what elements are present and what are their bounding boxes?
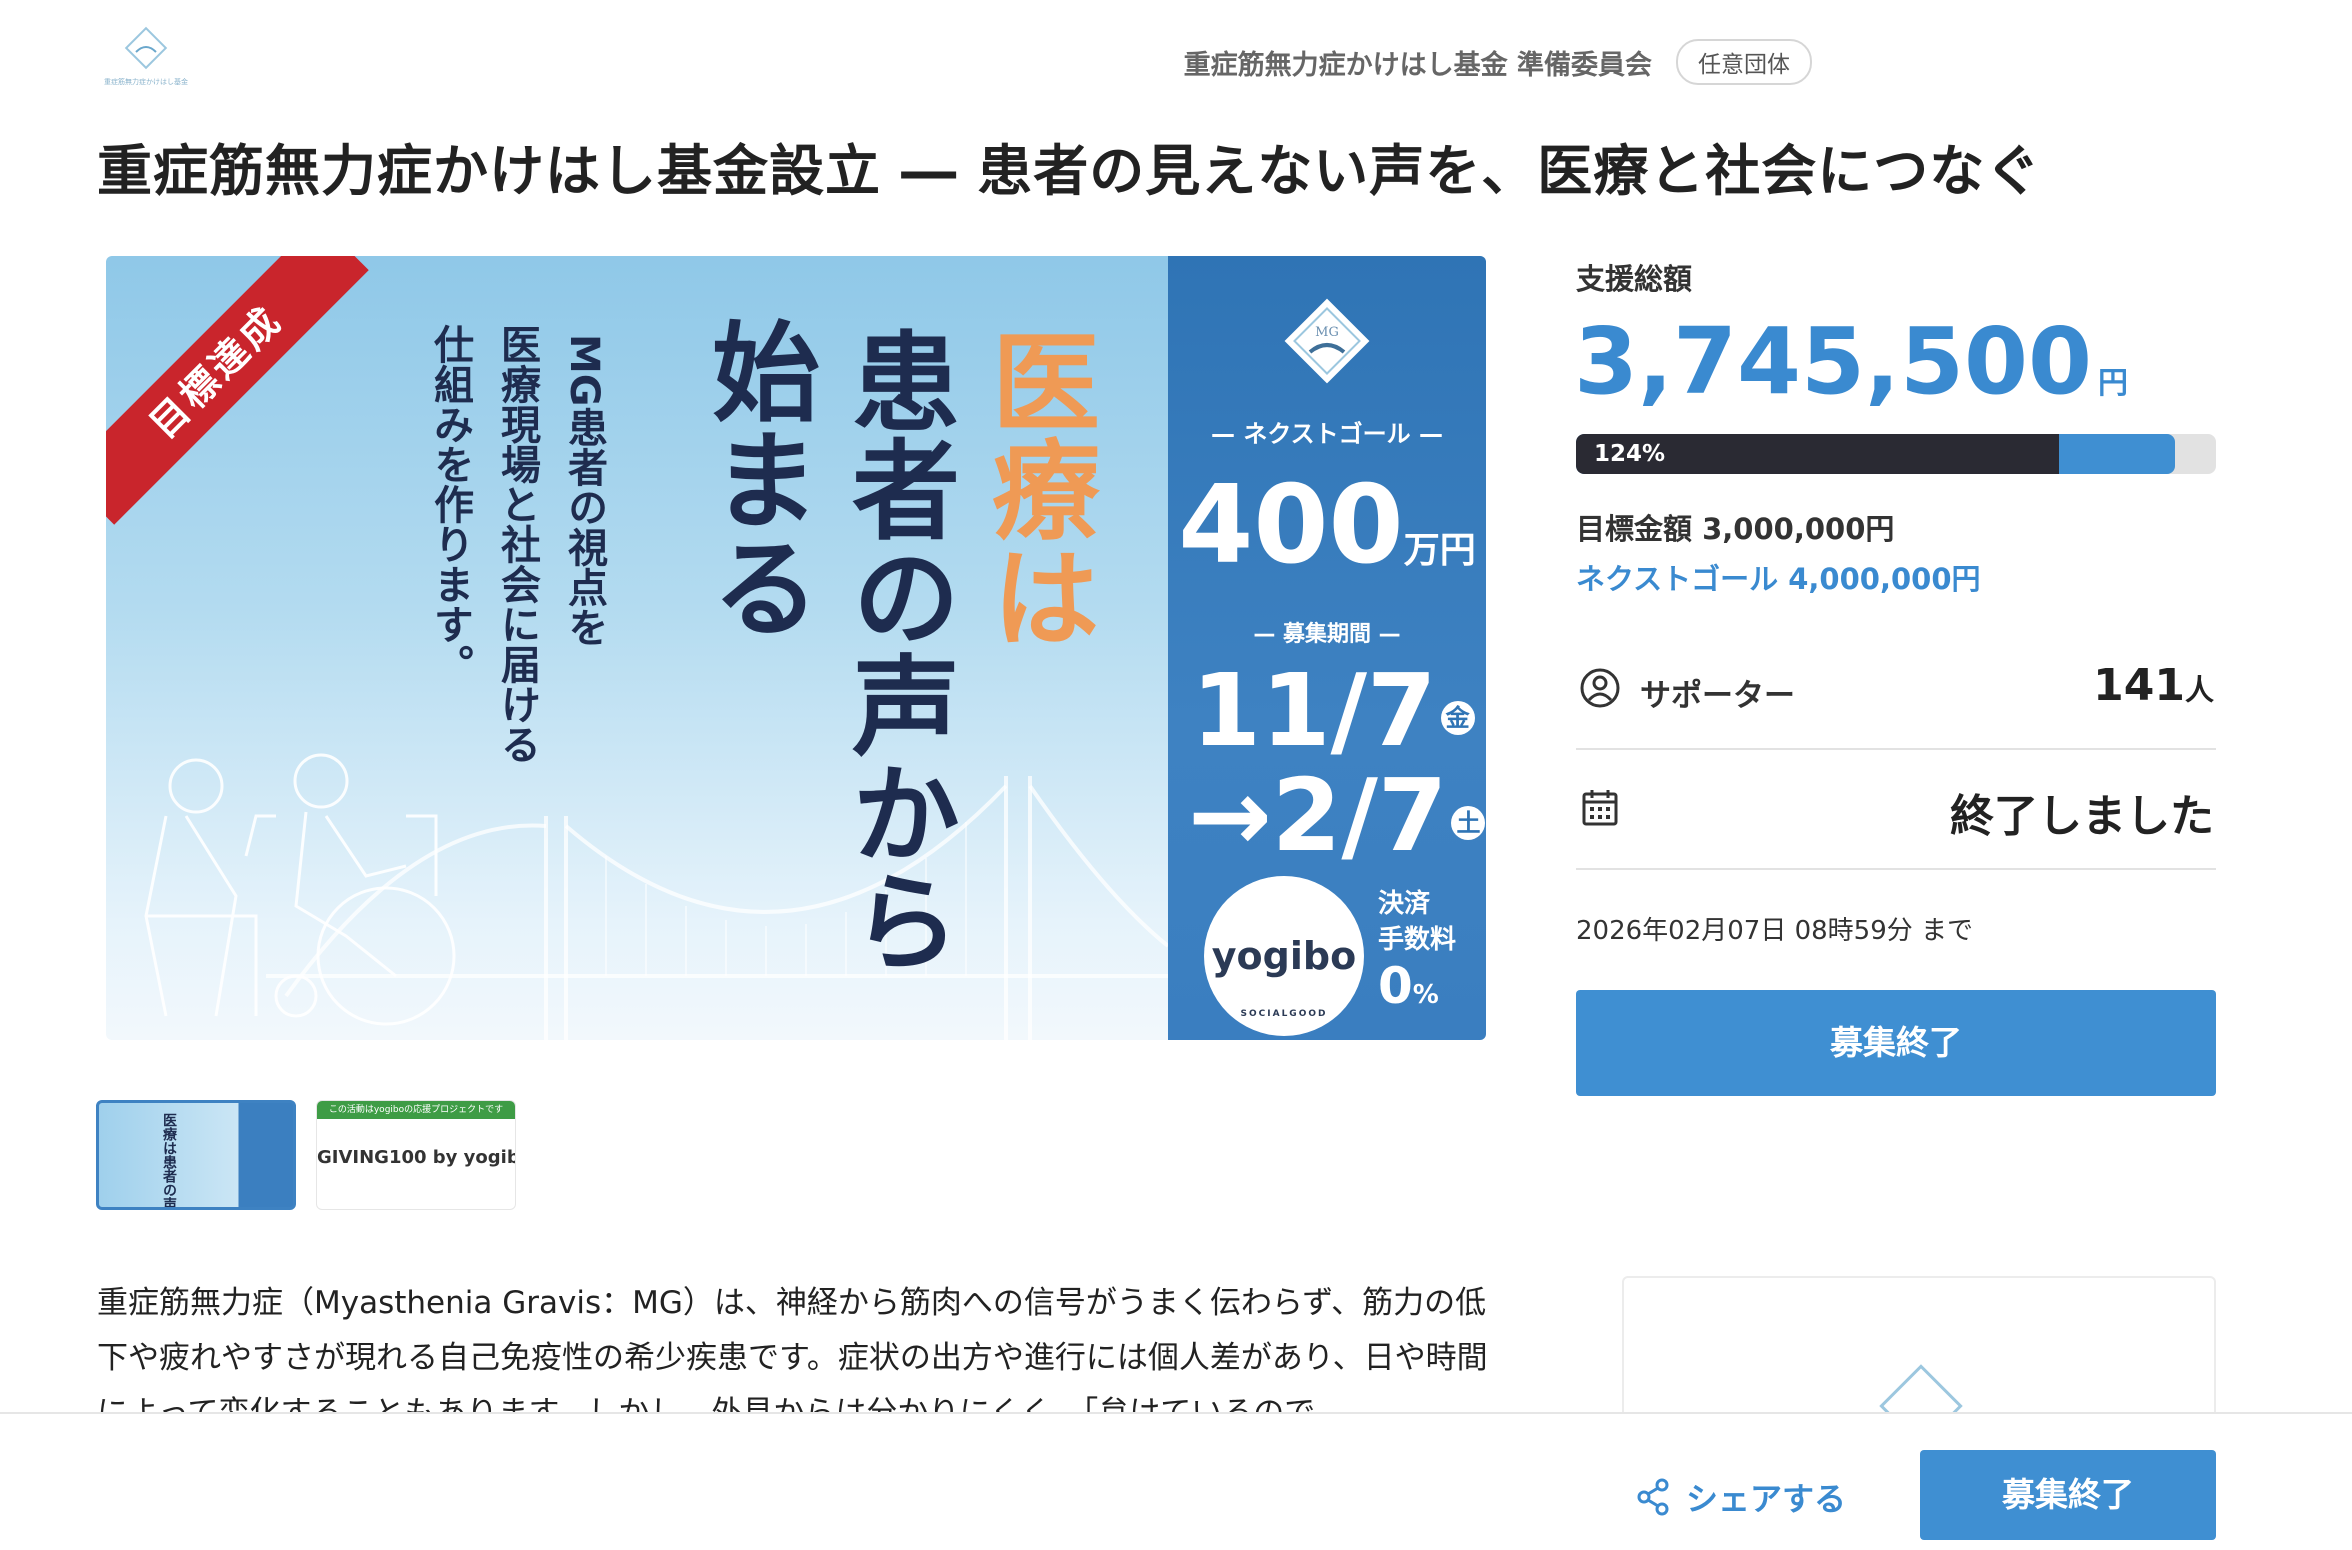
total-amount: 3,745,500 円: [1574, 308, 2128, 415]
progress-percent: 124%: [1594, 441, 1666, 467]
period-end: →2/7 土: [1188, 761, 1486, 871]
next-goal-label: — ネクストゴール —: [1211, 420, 1443, 448]
organization-type-badge: 任意団体: [1676, 39, 1812, 85]
thumbnail-2-label: GIVING100 by yogibo: [317, 1147, 516, 1168]
thumbnail-2-header: この活動はyogiboの応援プロジェクトです: [317, 1101, 515, 1119]
share-label: シェアする: [1686, 1480, 1847, 1518]
period-label: — 募集期間 —: [1253, 622, 1401, 647]
headline-line-2: 患者の声から: [834, 326, 959, 974]
bottom-action-bar: シェアする 募集終了: [0, 1412, 2352, 1550]
share-button[interactable]: シェアする: [1636, 1472, 1846, 1522]
next-goal-amount-text: ネクストゴール 4,000,000円: [1576, 562, 1981, 596]
subheadline-line-3: 仕組みを作ります。: [427, 324, 473, 684]
status-row: 終了しました: [1576, 760, 2216, 870]
period-start: 11/7 金: [1188, 656, 1478, 766]
supporters-row: サポーター 141人: [1576, 640, 2216, 750]
supporters-count: 141人: [2093, 660, 2214, 711]
organization-name[interactable]: 重症筋無力症かけはし基金 準備委員会: [1184, 43, 1652, 82]
share-icon: [1637, 1478, 1669, 1516]
fee-info: 決済 手数料 0%: [1378, 889, 1457, 1015]
goal-amount: 目標金額 3,000,000円: [1576, 512, 1895, 546]
hero-side-panel: MG — ネクストゴール — 400万円 — 募集期間 — 11/7 金 →2/7…: [1168, 256, 1486, 1040]
subheadline-line-2: 医療現場と社会に届ける: [494, 324, 540, 764]
closed-button[interactable]: 募集終了: [1576, 990, 2216, 1096]
calendar-icon: [1582, 790, 1618, 826]
deadline: 2026年02月07日 08時59分 まで: [1576, 916, 1974, 946]
org-logo[interactable]: 重症筋無力症かけはし基金: [104, 26, 188, 98]
user-icon: [1580, 668, 1620, 708]
project-title: 重症筋無力症かけはし基金設立 ― 患者の見えない声を、医療と社会につなぐ: [97, 139, 2042, 203]
yogibo-logo: yogibo SOCIALGOOD: [1204, 876, 1364, 1036]
total-amount-label: 支援総額: [1576, 262, 1693, 296]
supporters-label: サポーター: [1640, 678, 1795, 714]
mg-logo-icon: MG: [1284, 298, 1370, 384]
subheadline-line-1: MG患者の視点を: [561, 334, 607, 647]
campaign-status: 終了しました: [1950, 791, 2214, 842]
hero-image: 医療は 患者の声から 始まる MG患者の視点を 医療現場と社会に届ける 仕組みを…: [106, 256, 1486, 1040]
progress-bar: 124%: [1576, 434, 2216, 474]
headline-line-1: 医療は: [974, 326, 1099, 650]
bottom-closed-button[interactable]: 募集終了: [1920, 1450, 2216, 1540]
thumbnail-1[interactable]: 医療は患者の声から始まる: [96, 1100, 296, 1210]
headline-line-3: 始まる: [694, 316, 819, 640]
svg-text:MG: MG: [1315, 325, 1339, 340]
thumbnail-2[interactable]: この活動はyogiboの応援プロジェクトです GIVING100 by yogi…: [316, 1100, 516, 1210]
organization-info: 重症筋無力症かけはし基金 準備委員会 任意団体: [1100, 39, 1812, 85]
svg-text:重症筋無力症かけはし基金: 重症筋無力症かけはし基金: [104, 77, 188, 86]
next-goal-amount: 400万円: [1178, 463, 1476, 588]
